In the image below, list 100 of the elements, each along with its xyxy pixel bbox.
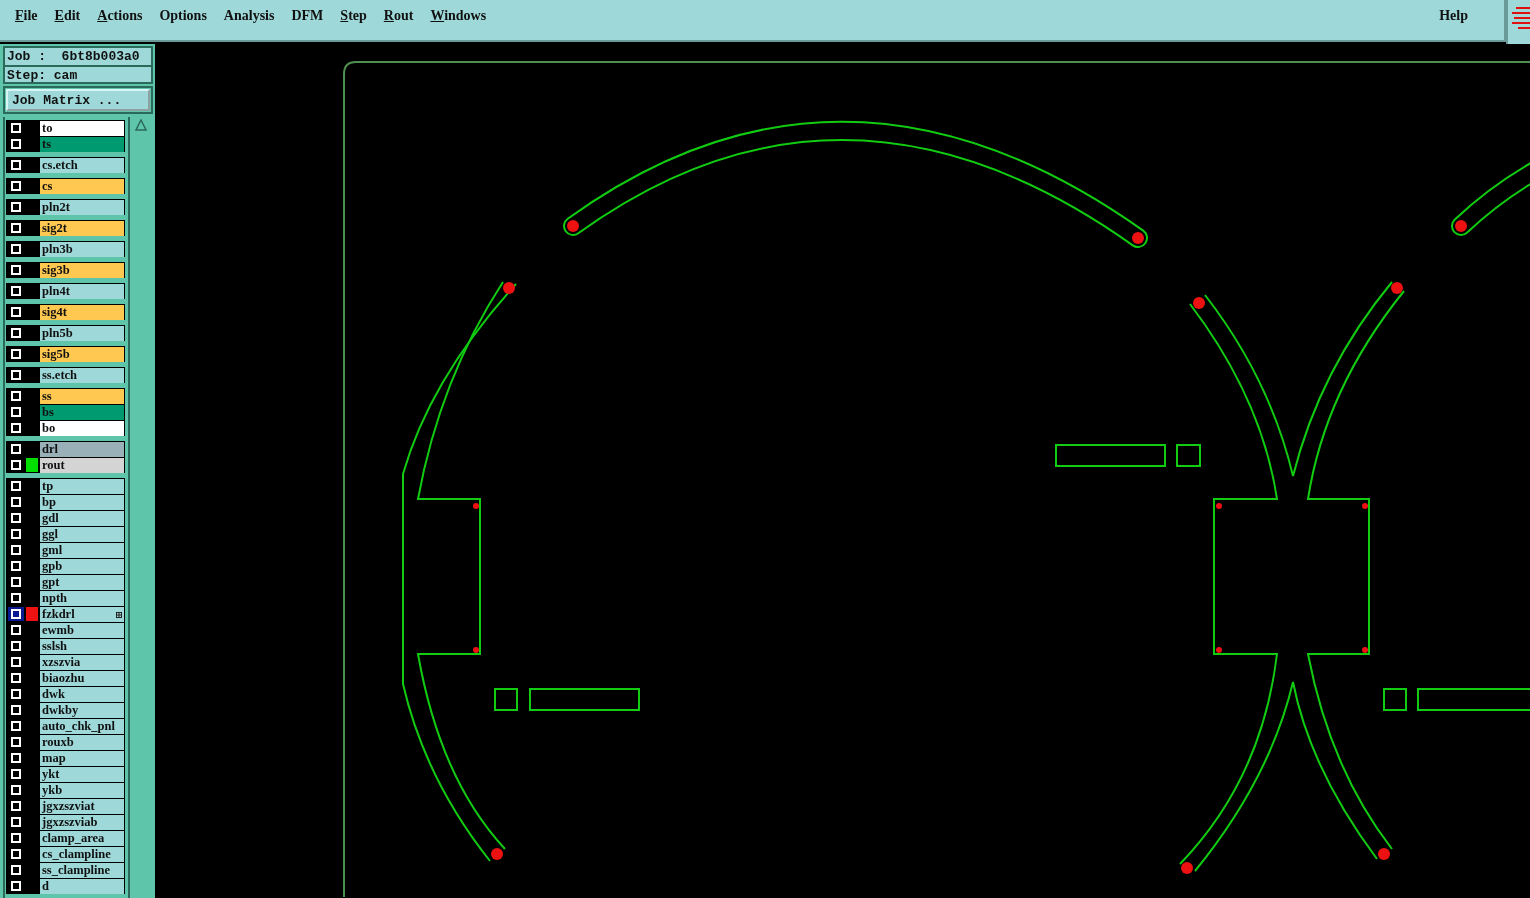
layer-name[interactable]: gpt <box>40 574 124 590</box>
layer-selector[interactable] <box>8 263 24 277</box>
layer-selector[interactable] <box>8 284 24 298</box>
layer-name[interactable]: pln4t <box>40 283 124 299</box>
layer-selector[interactable] <box>8 703 24 717</box>
layer-selector[interactable] <box>8 543 24 557</box>
layer-name[interactable]: sig5b <box>40 346 124 362</box>
layer-selector[interactable] <box>8 799 24 813</box>
layer-name[interactable]: drl <box>40 441 124 457</box>
layer-selector[interactable] <box>8 591 24 605</box>
layer-selector[interactable] <box>8 607 24 621</box>
menu-item[interactable]: Windows <box>425 8 492 24</box>
layer-name[interactable]: ggl <box>40 526 124 542</box>
layer-name[interactable]: to <box>40 120 124 136</box>
layer-name[interactable]: rout <box>40 457 124 473</box>
layer-name[interactable]: ss_clampline <box>40 862 124 878</box>
layer-selector[interactable] <box>8 421 24 435</box>
job-matrix-button[interactable]: Job Matrix ... <box>6 89 150 111</box>
layer-selector[interactable] <box>8 623 24 637</box>
layer-selector[interactable] <box>8 200 24 214</box>
layer-name[interactable]: gpb <box>40 558 124 574</box>
layer-name[interactable]: tp <box>40 478 124 494</box>
menu-item[interactable]: Options <box>154 8 212 24</box>
menu-item[interactable]: Rout <box>378 8 419 24</box>
layer-selector[interactable] <box>8 751 24 765</box>
menu-item[interactable]: Edit <box>49 8 86 24</box>
layer-name[interactable]: sig3b <box>40 262 124 278</box>
layer-name[interactable]: jgxzszviat <box>40 798 124 814</box>
layer-selector[interactable] <box>8 326 24 340</box>
layer-selector[interactable] <box>8 458 24 472</box>
layer-name[interactable]: bo <box>40 420 124 436</box>
layer-name[interactable]: rouxb <box>40 734 124 750</box>
layer-name[interactable]: sig4t <box>40 304 124 320</box>
layer-name[interactable]: ykt <box>40 766 124 782</box>
layer-name[interactable]: cs <box>40 178 124 194</box>
layer-selector[interactable] <box>8 405 24 419</box>
layer-selector[interactable] <box>8 495 24 509</box>
layer-selector[interactable] <box>8 221 24 235</box>
layer-selector[interactable] <box>8 863 24 877</box>
menu-item[interactable]: Actions <box>92 8 148 24</box>
layer-selector[interactable] <box>8 527 24 541</box>
layer-selector[interactable] <box>8 179 24 193</box>
layer-selector[interactable] <box>8 442 24 456</box>
layer-selector[interactable] <box>8 655 24 669</box>
layer-name[interactable]: ewmb <box>40 622 124 638</box>
layer-selector[interactable] <box>8 687 24 701</box>
layer-name[interactable]: pln3b <box>40 241 124 257</box>
layer-name[interactable]: auto_chk_pnl <box>40 718 124 734</box>
menu-item[interactable]: Analysis <box>218 8 280 24</box>
layer-name[interactable]: clamp_area <box>40 830 124 846</box>
menu-item[interactable]: Step <box>335 8 372 24</box>
layer-name[interactable]: cs.etch <box>40 157 124 173</box>
layer-selector[interactable] <box>8 305 24 319</box>
layer-name[interactable]: dwk <box>40 686 124 702</box>
layer-name[interactable]: ts <box>40 136 124 152</box>
layer-name[interactable]: bs <box>40 404 124 420</box>
layer-selector[interactable] <box>8 389 24 403</box>
layer-selector[interactable] <box>8 783 24 797</box>
layer-name[interactable]: d <box>40 878 124 894</box>
layer-selector[interactable] <box>8 158 24 172</box>
layer-name[interactable]: pln2t <box>40 199 124 215</box>
layer-name[interactable]: pln5b <box>40 325 124 341</box>
layer-selector[interactable] <box>8 735 24 749</box>
layer-name[interactable]: cs_clampline <box>40 846 124 862</box>
layer-name[interactable]: ss <box>40 388 124 404</box>
layer-selector[interactable] <box>8 575 24 589</box>
layer-name[interactable]: dwkby <box>40 702 124 718</box>
layer-selector[interactable] <box>8 559 24 573</box>
layer-name[interactable]: ykb <box>40 782 124 798</box>
layer-name[interactable]: jgxzszviab <box>40 814 124 830</box>
layer-name[interactable]: ss.etch <box>40 367 124 383</box>
layer-name[interactable]: biaozhu <box>40 670 124 686</box>
layer-selector[interactable] <box>8 347 24 361</box>
layer-name[interactable]: sslsh <box>40 638 124 654</box>
layer-selector[interactable] <box>8 121 24 135</box>
scroll-up-icon[interactable] <box>135 119 147 131</box>
layer-name[interactable]: xzszvia <box>40 654 124 670</box>
layer-selector[interactable] <box>8 479 24 493</box>
layer-selector[interactable] <box>8 137 24 151</box>
stripes-icon[interactable] <box>1512 6 1530 30</box>
layer-selector[interactable] <box>8 671 24 685</box>
menu-item[interactable]: Help <box>1439 8 1468 24</box>
layer-name[interactable]: map <box>40 750 124 766</box>
layer-selector[interactable] <box>8 511 24 525</box>
layer-name[interactable]: sig2t <box>40 220 124 236</box>
layer-selector[interactable] <box>8 847 24 861</box>
layer-name[interactable]: gml <box>40 542 124 558</box>
layer-selector[interactable] <box>8 767 24 781</box>
layer-selector[interactable] <box>8 879 24 893</box>
layer-selector[interactable] <box>8 719 24 733</box>
menu-item[interactable]: File <box>10 8 43 24</box>
menu-item[interactable]: DFM <box>286 8 329 24</box>
layer-selector[interactable] <box>8 368 24 382</box>
layer-name[interactable]: bp <box>40 494 124 510</box>
layer-name[interactable]: fzkdrl <box>40 606 124 622</box>
layer-selector[interactable] <box>8 639 24 653</box>
layer-name[interactable]: npth <box>40 590 124 606</box>
layer-selector[interactable] <box>8 815 24 829</box>
layer-name[interactable]: gdl <box>40 510 124 526</box>
layer-selector[interactable] <box>8 242 24 256</box>
